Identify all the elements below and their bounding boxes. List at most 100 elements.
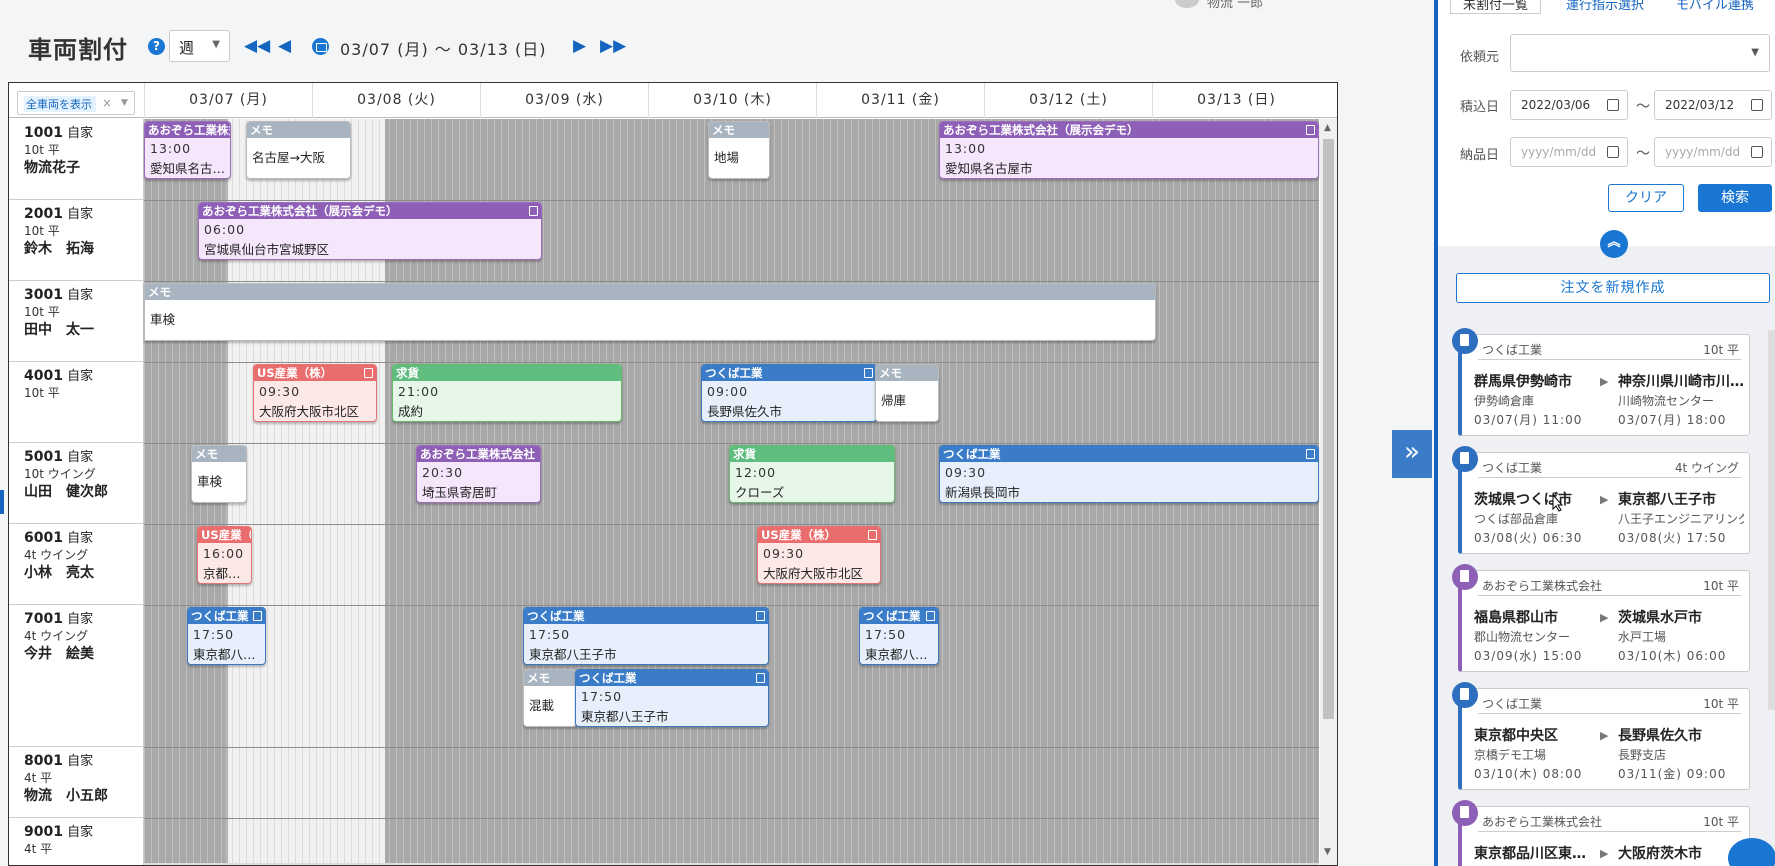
client-select[interactable]: ▼ [1510, 34, 1770, 72]
vehicle-spec: 4t 平 [24, 771, 53, 785]
day-header: 03/07 (月) [144, 83, 312, 118]
calendar-icon[interactable] [1751, 99, 1763, 111]
vehicle-row-label[interactable]: 2001 自家 10t 平 鈴木 拓海 [9, 200, 144, 281]
card-place: 愛知県名古屋市 [150, 161, 230, 176]
order-from-site: つくば部品倉庫 [1474, 512, 1559, 526]
order-card[interactable]: あおぞら工業株式会社 10t 平 東京都品川区東品川 ▶ 大阪府茨木市 [1458, 806, 1750, 866]
calendar-icon[interactable] [1607, 99, 1619, 111]
assignment-card[interactable]: つくば工業 17:50 東京都八王子市 [523, 607, 769, 665]
memo-card[interactable]: メモ 車検 [144, 283, 1156, 341]
assignment-card[interactable]: あおぞら工業株式会社（展示会デモ） 13:00 愛知県名古屋市 [939, 121, 1319, 179]
load-date-from[interactable]: 2022/03/06 [1510, 90, 1628, 120]
vehicle-row-label[interactable]: 9001 自家 4t 平 [9, 818, 144, 865]
scrollbar-thumb[interactable] [1323, 139, 1334, 719]
assignment-card[interactable]: US産業（株） 09:30 大阪府大阪市北区 [253, 364, 377, 422]
vehicle-spec: 4t 平 [24, 842, 53, 856]
document-icon [1306, 449, 1315, 459]
jump-back-icon[interactable]: ◀◀ [244, 36, 270, 56]
calendar-icon[interactable] [312, 38, 329, 55]
vehicle-row-label[interactable]: 4001 自家 10t 平 [9, 362, 144, 443]
card-time: 17:50 [865, 627, 907, 642]
panel-toggle-icon[interactable]: » [1392, 430, 1432, 478]
assignment-card[interactable]: あおぞら工業株式会社（展示会デモ） 06:00 宮城県仙台市宮城野区 [198, 202, 542, 260]
memo-card[interactable]: メモ 地場 [708, 121, 770, 179]
card-header: US産業（株） [198, 527, 251, 543]
row-divider [144, 443, 1319, 444]
next-icon[interactable]: ▶ [573, 36, 586, 56]
card-place: 東京都八王子市 [865, 647, 938, 662]
vehicle-row-label[interactable]: 8001 自家 4t 平 物流 小五郎 [9, 747, 144, 818]
memo-card[interactable]: メモ 帰庫 [875, 364, 939, 422]
vehicle-row-label[interactable]: 6001 自家 4t ウイング 小林 亮太 [9, 524, 144, 605]
assignment-card[interactable]: 求貨 12:00 クローズ [729, 445, 895, 503]
delivery-date-to[interactable]: yyyy/mm/dd [1654, 137, 1772, 167]
vehicle-row-label[interactable]: 3001 自家 10t 平 田中 太一 [9, 281, 144, 362]
assignment-card[interactable]: つくば工業 17:50 東京都八王子市 [575, 669, 769, 727]
assignment-card[interactable]: あおぞら工業株式会社 20:30 埼玉県寄居町 [416, 445, 541, 503]
assignment-card[interactable]: つくば工業 09:00 長野県佐久市 [701, 364, 877, 422]
order-from-time: 03/09(水) 15:00 [1474, 649, 1583, 663]
vehicle-row-label[interactable]: 7001 自家 4t ウイング 今井 絵美 [9, 605, 144, 747]
filter-icon[interactable] [1728, 838, 1775, 866]
tab-unassigned[interactable]: 未割付一覧 [1450, 0, 1542, 14]
tab-dispatch-select[interactable]: 運行指示選択 [1566, 0, 1644, 13]
assignment-card[interactable]: あおぞら工業株式会社 13:00 愛知県名古屋市 [144, 121, 231, 179]
vehicle-no: 9001 [24, 824, 63, 840]
scroll-up-icon[interactable]: ▲ [1324, 123, 1331, 133]
vehicle-ownership: 自家 [67, 126, 94, 141]
search-button[interactable]: 検索 [1698, 184, 1772, 212]
assignment-card[interactable]: US産業（株） 09:30 大阪府大阪市北区 [757, 526, 881, 584]
card-place: 帰庫 [881, 393, 907, 408]
scroll-down-icon[interactable]: ▼ [1324, 847, 1331, 857]
vehicle-ownership: 自家 [67, 450, 94, 465]
dispatch-grid: 全車両を表示 × ▼ 03/07 (月) 03/08 (火) 03/09 (水)… [8, 82, 1338, 866]
order-card[interactable]: つくば工業 10t 平 群馬県伊勢崎市 ▶ 神奈川県川崎市川崎区 伊勢崎倉庫 川… [1458, 334, 1750, 436]
row-divider [144, 605, 1319, 606]
load-date-to[interactable]: 2022/03/12 [1654, 90, 1772, 120]
assignment-card[interactable]: つくば工業 17:50 東京都八王子市 [859, 607, 939, 665]
memo-card[interactable]: メモ 車検 [191, 445, 247, 503]
card-header: つくば工業 [524, 608, 768, 624]
vehicle-ownership: 自家 [67, 369, 94, 384]
vehicle-row-label[interactable]: 5001 自家 10t ウイング 山田 健次郎 [9, 443, 144, 524]
collapse-icon[interactable]: ︽ [1600, 230, 1628, 258]
delivery-date-from[interactable]: yyyy/mm/dd [1510, 137, 1628, 167]
vehicle-no: 1001 [24, 125, 63, 141]
memo-card[interactable]: メモ 名古屋→大阪 [246, 121, 351, 179]
card-place: 車検 [150, 312, 176, 327]
clear-button[interactable]: クリア [1608, 184, 1684, 212]
day-header: 03/10 (木) [648, 83, 816, 118]
memo-card[interactable]: メモ 混載 [523, 669, 577, 727]
order-to-site: 八王子エンジニアリング [1618, 512, 1744, 526]
divider [1478, 713, 1741, 714]
view-select[interactable]: 週 ▼ [169, 30, 230, 62]
calendar-icon[interactable] [1751, 146, 1763, 158]
order-card[interactable]: つくば工業 10t 平 東京都中央区 ▶ 長野県佐久市 京橋デモ工場 長野支店 … [1458, 688, 1750, 790]
card-header: あおぞら工業株式会社 [145, 122, 230, 138]
calendar-icon[interactable] [1607, 146, 1619, 158]
help-icon[interactable]: ? [148, 38, 165, 55]
document-icon [529, 206, 538, 216]
panel-scrollbar[interactable] [1768, 330, 1775, 710]
order-card[interactable]: つくば工業 4t ウイング 茨城県つくば市 ▶ 東京都八王子市 つくば部品倉庫 … [1458, 452, 1750, 554]
tab-mobile[interactable]: モバイル連携 [1676, 0, 1754, 13]
vertical-scrollbar[interactable]: ▲ ▼ [1320, 119, 1337, 865]
user-avatar-icon[interactable] [1175, 0, 1199, 8]
vehicle-row-label[interactable]: 1001 自家 10t 平 物流花子 [9, 119, 144, 200]
clear-icon[interactable]: × [102, 96, 112, 110]
card-place: 新潟県長岡市 [945, 485, 1021, 500]
vehicle-no: 6001 [24, 530, 63, 546]
left-edge-handle[interactable] [0, 490, 4, 514]
assignment-card[interactable]: つくば工業 17:50 東京都八王子市 [187, 607, 266, 665]
assignment-card[interactable]: US産業（株） 16:00 京都府京都市 [197, 526, 252, 584]
assignment-card[interactable]: 求貨 21:00 成約 [392, 364, 622, 422]
order-card[interactable]: あおぞら工業株式会社 10t 平 福島県郡山市 ▶ 茨城県水戸市 郡山物流センタ… [1458, 570, 1750, 672]
assignment-card[interactable]: つくば工業 09:30 新潟県長岡市 [939, 445, 1319, 503]
card-place: 宮城県仙台市宮城野区 [204, 242, 330, 257]
prev-icon[interactable]: ◀ [278, 36, 291, 56]
vehicle-no: 3001 [24, 287, 63, 303]
jump-forward-icon[interactable]: ▶▶ [600, 36, 626, 56]
card-header: メモ [192, 446, 246, 462]
new-order-button[interactable]: 注文を新規作成 [1456, 273, 1770, 303]
vehicle-filter-select[interactable]: 全車両を表示 × ▼ [17, 91, 135, 115]
